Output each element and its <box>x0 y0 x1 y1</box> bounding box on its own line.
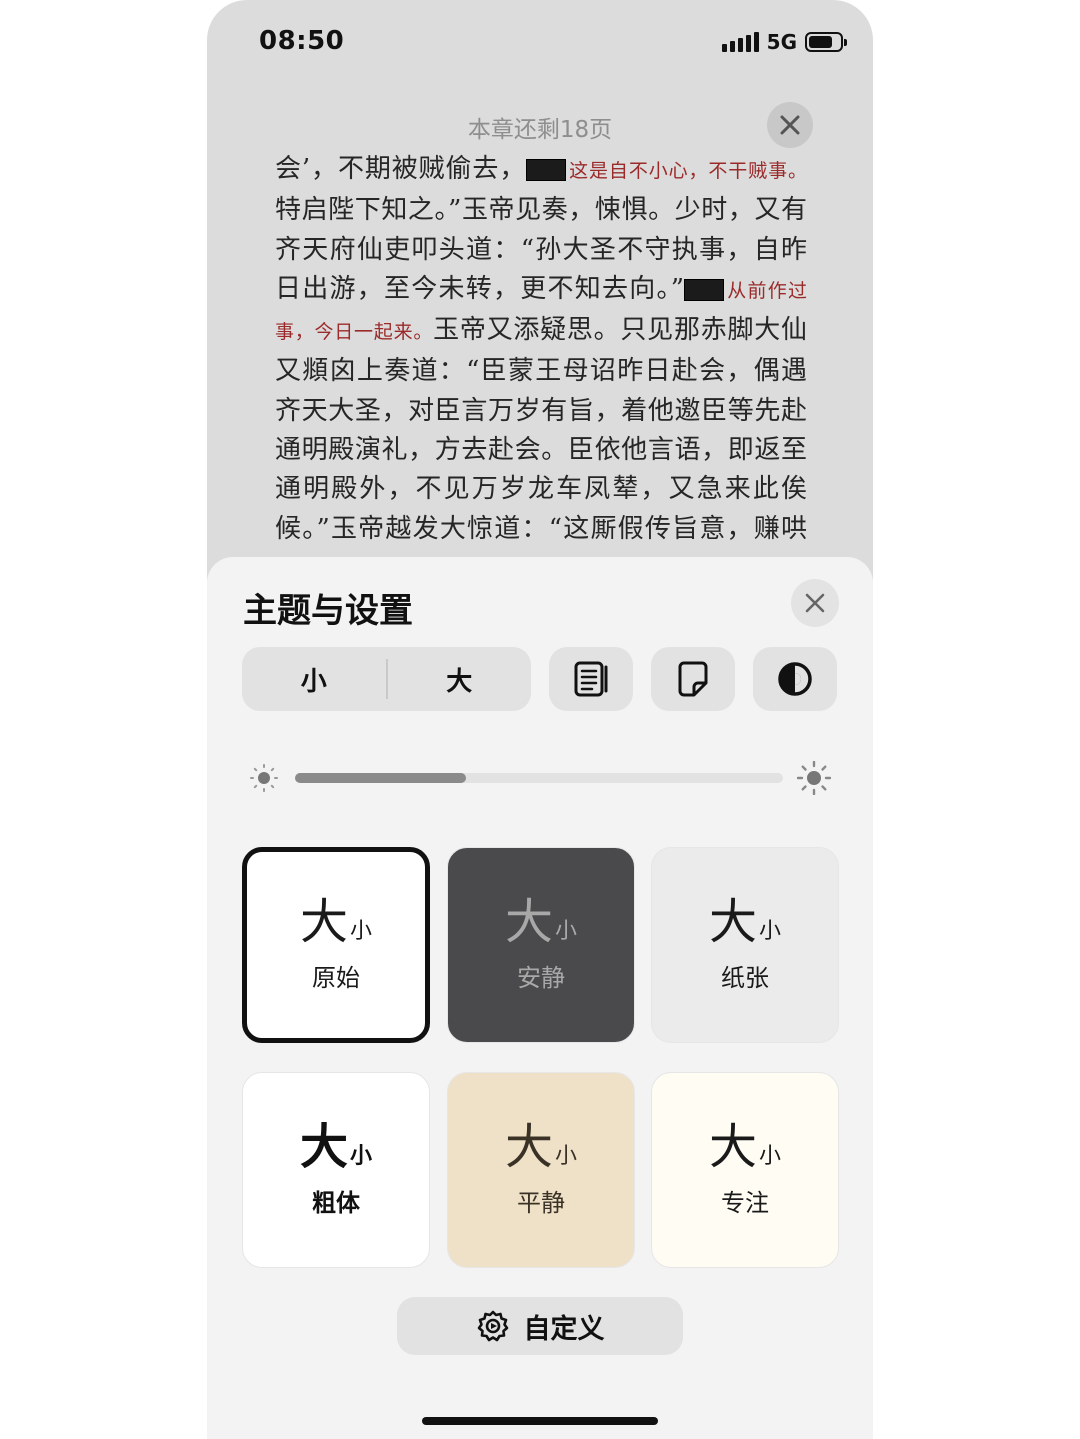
reader-close-button[interactable] <box>767 102 813 148</box>
theme-preview-glyph: 大小 <box>505 1123 577 1171</box>
theme-preview-glyph: 大小 <box>300 898 372 946</box>
theme-preview-big: 大 <box>708 893 757 950</box>
theme-option[interactable]: 大小原始 <box>242 847 430 1043</box>
close-icon <box>805 593 825 613</box>
theme-preview-glyph: 大小 <box>300 1123 372 1171</box>
network-label: 5G <box>766 30 797 54</box>
theme-preview-big: 大 <box>299 1118 348 1175</box>
close-icon <box>780 115 800 135</box>
theme-preview-small: 小 <box>350 1143 373 1169</box>
theme-preview-small: 小 <box>555 918 578 944</box>
page-style-button[interactable] <box>651 647 735 711</box>
brightness-level <box>295 773 466 783</box>
status-time: 08:50 <box>259 26 345 56</box>
theme-preview-glyph: 大小 <box>505 898 577 946</box>
theme-name: 粗体 <box>312 1188 360 1217</box>
page-layout-button[interactable] <box>549 647 633 711</box>
theme-option[interactable]: 大小纸张 <box>651 847 839 1043</box>
theme-preview-small: 小 <box>759 918 782 944</box>
gear-icon <box>477 1310 508 1342</box>
body-text: 玉帝又添疑思。只见那赤脚大仙又頫囟上奏道：“臣蒙王母诏昨日赴会，偶遇齐天大圣，对… <box>275 315 807 544</box>
appearance-button[interactable] <box>753 647 837 711</box>
theme-name: 纸张 <box>721 963 769 992</box>
theme-preview-small: 小 <box>350 918 373 944</box>
theme-name: 原始 <box>312 963 360 992</box>
sheet-close-button[interactable] <box>791 579 839 627</box>
theme-preview-glyph: 大小 <box>709 1123 781 1171</box>
theme-preview-small: 小 <box>759 1143 782 1169</box>
commentator-seal: 证夹 <box>526 159 567 181</box>
reader-text: 会’，不期被贼偷去，证夹这是自不小心，不干贼事。特启陛下知之。”玉帝见奏，悚惧。… <box>275 150 807 550</box>
settings-sheet: 主题与设置 小 大 大 小 原始 大 小 安静 大 小 纸张 大 小 粗体 大 … <box>207 557 873 1439</box>
customize-label: 自定义 <box>523 1313 605 1345</box>
font-smaller-button[interactable]: 小 <box>242 647 386 711</box>
commentator-seal: 李旁 <box>684 278 724 301</box>
theme-name: 平静 <box>517 1188 565 1217</box>
sun-bright-icon <box>797 761 831 795</box>
phone-screen: 08:50 5G 本章还剩18页 会’，不期被贼偷去，证夹这是自不小心，不干贼事… <box>207 0 873 1439</box>
theme-preview-big: 大 <box>504 893 553 950</box>
status-indicators: 5G <box>721 30 847 54</box>
battery-icon <box>805 32 847 52</box>
sheet-title: 主题与设置 <box>243 591 413 631</box>
theme-preview-glyph: 大小 <box>709 898 781 946</box>
signal-icon <box>721 32 759 52</box>
sun-dim-icon <box>249 763 279 793</box>
theme-preview-small: 小 <box>555 1143 578 1169</box>
page-layout-icon <box>574 661 608 697</box>
font-size-control: 小 大 <box>242 647 531 711</box>
theme-option[interactable]: 大小粗体 <box>242 1072 430 1268</box>
brightness-slider[interactable] <box>295 773 783 783</box>
body-text: 会’，不期被贼偷去， <box>275 154 527 184</box>
theme-preview-big: 大 <box>708 1118 757 1175</box>
theme-preview-big: 大 <box>504 1118 553 1175</box>
page-style-icon <box>678 661 708 697</box>
theme-option[interactable]: 大小专注 <box>651 1072 839 1268</box>
theme-name: 专注 <box>721 1188 769 1217</box>
annotation-note: 这是自不小心，不干贼事。 <box>568 160 807 182</box>
font-larger-button[interactable]: 大 <box>388 647 532 711</box>
theme-option[interactable]: 大小平静 <box>447 1072 635 1268</box>
customize-button[interactable]: 自定义 <box>397 1297 683 1355</box>
theme-preview-big: 大 <box>299 893 348 950</box>
home-indicator <box>422 1417 658 1425</box>
theme-option[interactable]: 大小安静 <box>447 847 635 1043</box>
appearance-contrast-icon <box>778 662 812 696</box>
theme-name: 安静 <box>517 963 565 992</box>
